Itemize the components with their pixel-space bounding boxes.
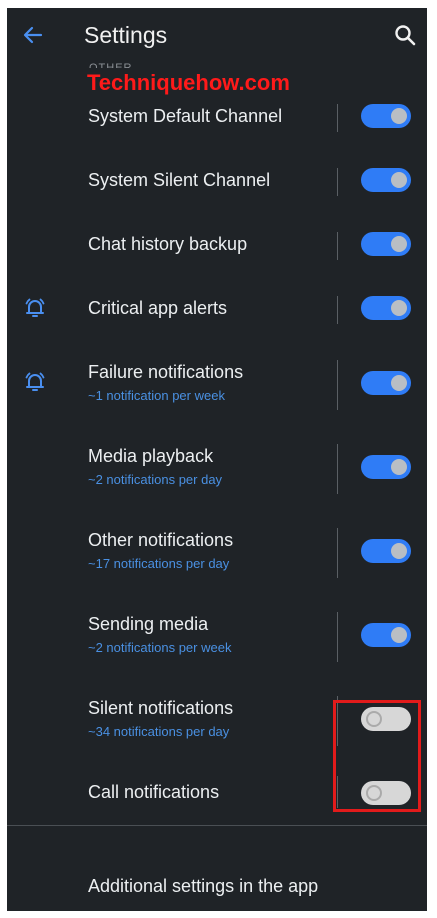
row-title: Media playback <box>88 446 214 466</box>
row-subtitle: ~34 notifications per day <box>88 724 230 739</box>
search-icon[interactable] <box>393 23 417 47</box>
setting-row-failure-notifications[interactable]: Failure notifications ~1 notification pe… <box>7 360 427 422</box>
highlight-box <box>333 700 421 812</box>
divider <box>337 296 338 324</box>
watermark: Techniquehow.com <box>87 70 290 95</box>
row-title: Critical app alerts <box>88 298 228 318</box>
toggle-failure-notifications[interactable] <box>361 371 411 395</box>
page-title: Settings <box>84 22 168 48</box>
toggle-knob <box>391 236 407 252</box>
additional-settings-link[interactable]: Additional settings in the app <box>88 876 318 897</box>
row-title: Call notifications <box>88 782 220 802</box>
setting-row-media-playback[interactable]: Media playback ~2 notifications per day <box>7 444 427 506</box>
toggle-knob <box>391 627 407 643</box>
row-title: System Default Channel <box>88 106 283 126</box>
row-title: System Silent Channel <box>88 170 271 190</box>
divider <box>337 232 338 260</box>
row-title: Silent notifications <box>88 698 234 718</box>
toggle-knob <box>391 543 407 559</box>
row-title: Chat history backup <box>88 234 248 254</box>
row-subtitle: ~17 notifications per day <box>88 556 230 571</box>
toggle-knob <box>391 108 407 124</box>
setting-row-system-default-channel[interactable]: System Default Channel <box>7 104 427 144</box>
row-subtitle: ~1 notification per week <box>88 388 225 403</box>
row-subtitle: ~2 notifications per day <box>88 472 223 487</box>
toggle-system-silent-channel[interactable] <box>361 168 411 192</box>
toggle-knob <box>391 172 407 188</box>
settings-screen: Settings OTHER Techniquehow.com System D… <box>7 8 427 911</box>
setting-row-sending-media[interactable]: Sending media ~2 notifications per week <box>7 612 427 674</box>
toggle-knob <box>391 300 407 316</box>
toggle-other-notifications[interactable] <box>361 539 411 563</box>
app-bar: Settings <box>7 8 427 64</box>
toggle-media-playback[interactable] <box>361 455 411 479</box>
row-title: Failure notifications <box>88 362 244 382</box>
section-header: OTHER <box>89 62 133 68</box>
divider <box>337 528 338 578</box>
row-title: Sending media <box>88 614 209 634</box>
setting-row-chat-history-backup[interactable]: Chat history backup <box>7 232 427 272</box>
section-divider <box>7 825 427 826</box>
divider <box>337 360 338 410</box>
divider <box>337 444 338 494</box>
divider <box>337 612 338 662</box>
divider <box>337 104 338 132</box>
setting-row-system-silent-channel[interactable]: System Silent Channel <box>7 168 427 208</box>
divider <box>337 168 338 196</box>
setting-row-critical-app-alerts[interactable]: Critical app alerts <box>7 296 427 336</box>
toggle-system-default-channel[interactable] <box>361 104 411 128</box>
toggle-sending-media[interactable] <box>361 623 411 647</box>
toggle-knob <box>391 459 407 475</box>
arrow-back-icon[interactable] <box>21 23 45 47</box>
toggle-knob <box>391 375 407 391</box>
alarm-bell-icon <box>25 372 45 391</box>
toggle-chat-history-backup[interactable] <box>361 232 411 256</box>
toggle-critical-app-alerts[interactable] <box>361 296 411 320</box>
alarm-bell-icon <box>25 298 45 317</box>
row-title: Other notifications <box>88 530 234 550</box>
row-subtitle: ~2 notifications per week <box>88 640 232 655</box>
setting-row-other-notifications[interactable]: Other notifications ~17 notifications pe… <box>7 528 427 590</box>
